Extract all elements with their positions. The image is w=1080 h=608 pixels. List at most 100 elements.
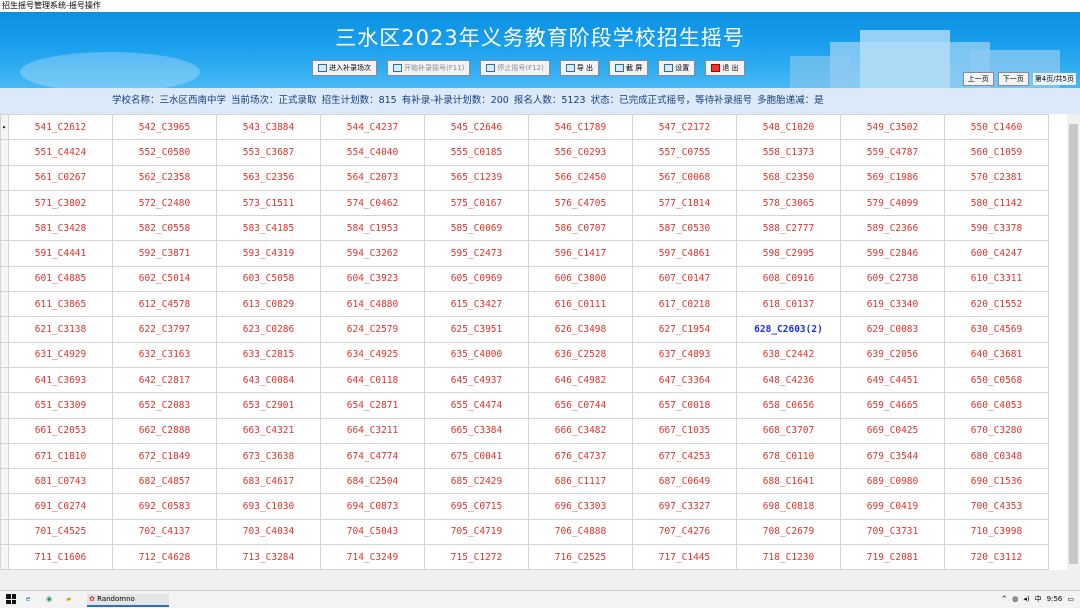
grid-cell[interactable]: 687_C0649 [632,468,737,495]
table-row[interactable]: 591_C4441 592_C3871 593_C4319 594_C3262 595_… [0,240,1049,267]
grid-cell[interactable]: 656_C0744 [528,392,633,419]
grid-cell[interactable]: 716_C2525 [528,544,633,570]
grid-cell[interactable]: 580_C1142 [944,189,1049,217]
grid-cell[interactable]: 711_C1606 [8,544,113,570]
grid-cell[interactable]: 679_C3544 [840,442,945,470]
grid-cell[interactable]: 707_C4276 [632,518,737,546]
grid-cell[interactable]: 547_C2172 [632,114,737,141]
grid-cell[interactable]: 668_C3707 [736,417,841,444]
grid-cell[interactable]: 667_C1035 [632,417,737,444]
grid-cell[interactable]: 701_C4525 [8,518,113,546]
grid-cell[interactable]: 626_C3498 [528,316,633,343]
row-header[interactable] [0,518,9,546]
grid-cell[interactable]: 699_C0419 [840,493,945,520]
grid-cell[interactable]: 672_C1849 [112,442,217,470]
table-row[interactable]: 681_C0743 682_C4857 683_C4617 684_C2504 685_… [0,468,1049,495]
grid-cell[interactable]: 653_C2901 [216,392,321,419]
grid-cell[interactable]: 581_C3428 [8,215,113,242]
grid-cell[interactable]: 638_C2442 [736,341,841,368]
grid-cell[interactable]: 700_C4353 [944,493,1049,520]
grid-cell[interactable]: 680_C0348 [944,442,1049,470]
grid-cell[interactable]: 613_C0829 [216,291,321,318]
grid-cell[interactable]: 583_C4185 [216,215,321,242]
grid-cell[interactable]: 596_C1417 [528,240,633,267]
browser-icon[interactable]: ◉ [46,594,52,605]
grid-cell[interactable]: 576_C4705 [528,189,633,217]
grid-cell[interactable]: 681_C0743 [8,468,113,495]
grid-cell[interactable]: 666_C3482 [528,417,633,444]
row-header[interactable] [0,215,9,242]
grid-cell[interactable]: 670_C3280 [944,417,1049,444]
row-header[interactable] [0,291,9,318]
grid-cell[interactable]: 546_C1789 [528,114,633,141]
grid-cell[interactable]: 649_C4451 [840,366,945,394]
grid-cell[interactable]: 571_C3802 [8,189,113,217]
row-header[interactable] [0,442,9,470]
grid-cell[interactable]: 655_C4474 [424,392,529,419]
grid-cell[interactable]: 564_C2073 [320,164,425,191]
grid-cell[interactable]: 553_C3687 [216,139,321,166]
grid-cell[interactable]: 661_C2053 [8,417,113,444]
grid-cell[interactable]: 696_C3303 [528,493,633,520]
grid-cell[interactable]: 659_C4665 [840,392,945,419]
grid-cell[interactable]: 606_C3800 [528,265,633,293]
grid-cell[interactable]: 565_C1239 [424,164,529,191]
edge-icon[interactable]: e [26,594,30,605]
grid-cell[interactable]: 651_C3309 [8,392,113,419]
grid-cell[interactable]: 669_C0425 [840,417,945,444]
grid-cell[interactable]: 663_C4321 [216,417,321,444]
grid-cell[interactable]: 544_C4237 [320,114,425,141]
table-row[interactable]: 551_C4424 552_C0580 553_C3687 554_C4040 555_… [0,139,1049,166]
table-row[interactable]: 611_C3865 612_C4578 613_C0829 614_C4880 615_… [0,291,1049,318]
row-header[interactable] [0,240,9,267]
grid-cell[interactable]: 710_C3998 [944,518,1049,546]
table-row[interactable]: 581_C3428 582_C0558 583_C4185 584_C1953 585_… [0,215,1049,242]
row-header[interactable] [0,316,9,343]
grid-cell[interactable]: 575_C0167 [424,189,529,217]
grid-cell[interactable]: 579_C4099 [840,189,945,217]
grid-cell[interactable]: 633_C2815 [216,341,321,368]
grid-cell[interactable]: 704_C5043 [320,518,425,546]
row-header[interactable] [0,341,9,368]
grid-cell[interactable]: 678_C0110 [736,442,841,470]
grid-cell[interactable]: 706_C4888 [528,518,633,546]
grid-cell[interactable]: 634_C4925 [320,341,425,368]
grid-cell[interactable]: 574_C0462 [320,189,425,217]
grid-cell[interactable]: 628_C2603(2) [736,316,841,343]
grid-cell[interactable]: 541_C2612 [8,114,113,141]
volume-icon[interactable]: ◂) [1023,594,1029,605]
row-header[interactable] [0,468,9,495]
grid-cell[interactable]: 593_C4319 [216,240,321,267]
grid-cell[interactable]: 674_C4774 [320,442,425,470]
table-row[interactable]: 571_C3802 572_C2480 573_C1511 574_C0462 575_… [0,189,1049,217]
taskbar-app-randomno[interactable]: ✿ Randomno [87,594,169,607]
grid-cell[interactable]: 698_C0818 [736,493,841,520]
table-row[interactable]: 711_C1606 712_C4628 713_C3284 714_C3249 715_… [0,544,1049,570]
row-header[interactable] [0,189,9,217]
grid-cell[interactable]: 689_C0980 [840,468,945,495]
grid-cell[interactable]: 612_C4578 [112,291,217,318]
grid-cell[interactable]: 660_C4053 [944,392,1049,419]
folder-icon[interactable]: ▰ [66,594,71,605]
tray-chevron-icon[interactable]: ^ [1001,594,1007,605]
result-grid[interactable]: ▸ 541_C2612 542_C3965 543_C3884 544_C4237 545… [0,114,1067,570]
grid-cell[interactable]: 568_C2350 [736,164,841,191]
scrollbar-thumb[interactable] [1069,124,1078,564]
grid-cell[interactable]: 632_C3163 [112,341,217,368]
grid-cell[interactable]: 718_C1230 [736,544,841,570]
grid-cell[interactable]: 554_C4040 [320,139,425,166]
vertical-scrollbar[interactable] [1067,114,1080,570]
grid-cell[interactable]: 570_C2381 [944,164,1049,191]
grid-cell[interactable]: 690_C1536 [944,468,1049,495]
grid-cell[interactable]: 703_C4034 [216,518,321,546]
grid-cell[interactable]: 682_C4857 [112,468,217,495]
grid-cell[interactable]: 640_C3681 [944,341,1049,368]
table-row[interactable]: 691_C0274 692_C0583 693_C1030 694_C0873 695_… [0,493,1049,520]
grid-cell[interactable]: 614_C4880 [320,291,425,318]
grid-cell[interactable]: 686_C1117 [528,468,633,495]
grid-cell[interactable]: 615_C3427 [424,291,529,318]
grid-cell[interactable]: 601_C4885 [8,265,113,293]
grid-cell[interactable]: 630_C4569 [944,316,1049,343]
grid-cell[interactable]: 720_C3112 [944,544,1049,570]
grid-cell[interactable]: 637_C4893 [632,341,737,368]
